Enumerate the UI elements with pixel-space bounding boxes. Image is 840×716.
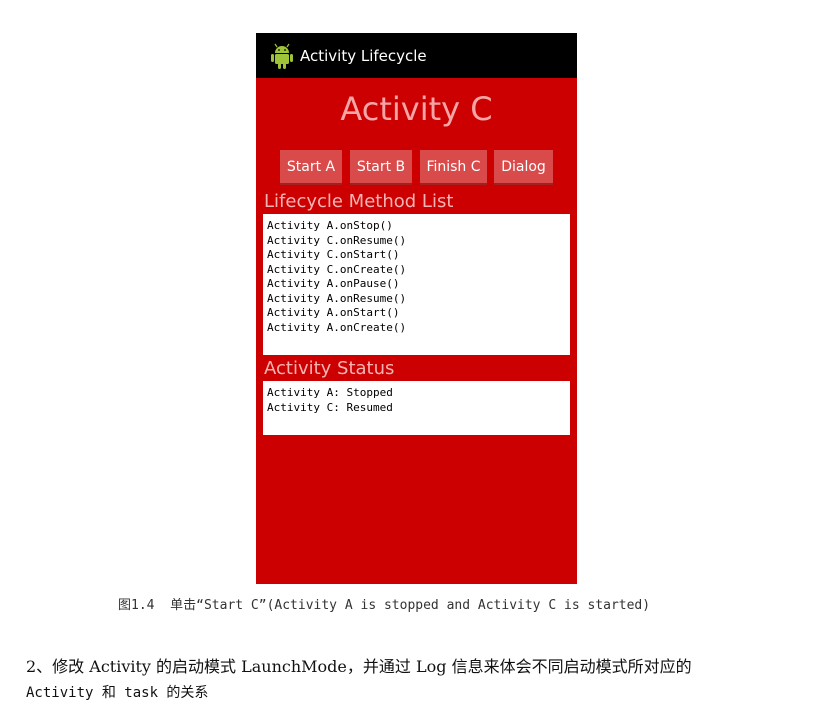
list-item: Activity C.onResume() xyxy=(267,233,407,247)
lifecycle-method-list: Activity A.onStop() Activity C.onResume(… xyxy=(263,214,570,355)
list-item: Activity C.onCreate() xyxy=(267,262,407,276)
list-item: Activity C.onStart() xyxy=(267,248,400,261)
figure-caption: 图1.4 单击“Start C”(Activity A is stopped a… xyxy=(118,598,651,613)
paragraph-line-2: Activity 和 task 的关系 xyxy=(26,685,209,701)
list-item: Activity C: Resumed xyxy=(267,400,393,414)
list-item: Activity A.onPause() xyxy=(267,277,400,290)
title-bar: Activity Lifecycle xyxy=(256,33,577,78)
list-item: Activity A.onResume() xyxy=(267,291,407,305)
list-item: Activity A.onStart() xyxy=(267,306,400,319)
list-item: Activity A.onStop() xyxy=(267,219,393,232)
list-item: Activity A: Stopped xyxy=(267,386,393,399)
start-a-button[interactable]: Start A xyxy=(280,150,342,185)
start-b-button[interactable]: Start B xyxy=(350,150,412,185)
list-item: Activity A.onCreate() xyxy=(267,320,407,334)
button-row: Start A Start B Finish C Dialog xyxy=(280,150,560,185)
paragraph-line-1: 2、修改 Activity 的启动模式 LaunchMode，并通过 Log 信… xyxy=(26,657,692,676)
activity-title: Activity C xyxy=(340,90,493,128)
finish-c-button[interactable]: Finish C xyxy=(420,150,487,185)
dialog-button[interactable]: Dialog xyxy=(494,150,553,185)
status-label: Activity Status xyxy=(264,358,395,379)
android-robot-icon xyxy=(270,42,294,70)
activity-status-panel: Activity A: Stopped Activity C: Resumed xyxy=(263,381,570,435)
app-title: Activity Lifecycle xyxy=(300,46,427,65)
lifecycle-label: Lifecycle Method List xyxy=(264,191,454,212)
phone-screenshot: Activity Lifecycle Activity C Start A St… xyxy=(256,33,577,584)
